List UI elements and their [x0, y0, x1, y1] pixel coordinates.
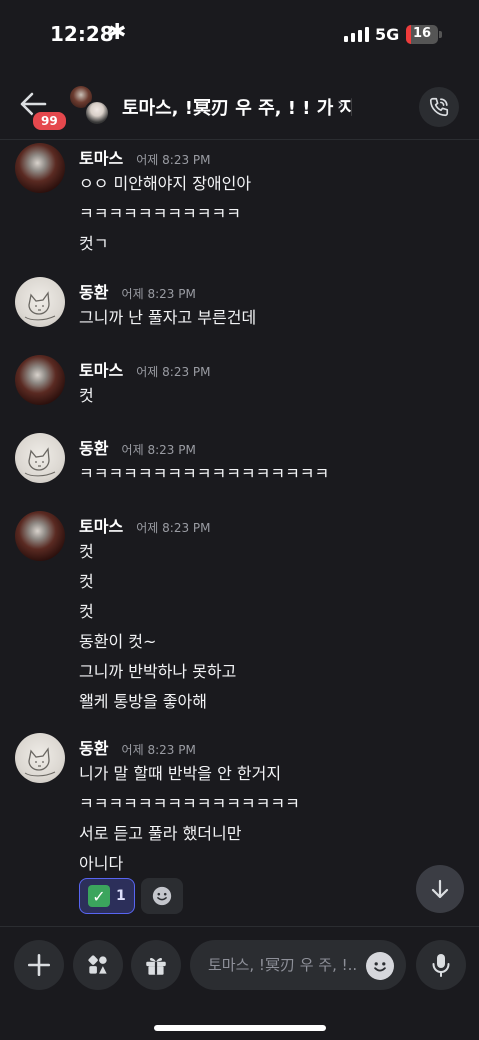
message-text[interactable]: 컷 — [79, 538, 94, 562]
reaction-bar: ✓ 1 — [79, 878, 183, 914]
timestamp: 어제 8:23 PM — [136, 365, 211, 379]
timestamp: 어제 8:23 PM — [136, 521, 211, 535]
message-list[interactable]: 토마스 어제 8:23 PM ㅇㅇ 미안해야지 장애인아 ㅋㅋㅋㅋㅋㅋㅋㅋㅋㅋㅋ… — [0, 141, 479, 926]
composer-bar — [0, 926, 479, 1040]
smiley-icon — [152, 886, 171, 906]
battery-level: 16 — [412, 26, 432, 41]
author-name[interactable]: 토마스 — [79, 361, 123, 380]
apps-icon — [88, 955, 107, 974]
message-text[interactable]: 컷 — [79, 382, 94, 406]
emoji-picker-button[interactable] — [366, 952, 394, 980]
message-text[interactable]: 그니까 반박하나 못하고 — [79, 658, 236, 682]
timestamp: 어제 8:23 PM — [121, 287, 196, 301]
status-time: 12:28 — [50, 22, 114, 46]
message-header: 토마스 어제 8:23 PM — [79, 145, 211, 169]
message-header: 동환 어제 8:23 PM — [79, 279, 196, 303]
message-text[interactable]: ㅋㅋㅋㅋㅋㅋㅋㅋㅋㅋㅋㅋㅋㅋㅋㅋㅋ — [79, 460, 329, 484]
message-header: 토마스 어제 8:23 PM — [79, 513, 211, 537]
attach-button[interactable] — [14, 940, 64, 990]
status-bar: 12:28 ✱ 5G 16 — [0, 0, 479, 70]
message-text[interactable]: 컷ㄱ — [79, 230, 108, 254]
chat-header: 99 토마스, !冥刃 우 주, ! ! 가 지 › — [0, 70, 479, 140]
message-text[interactable]: ㅇㅇ 미안해야지 장애인아 — [79, 170, 251, 194]
avatar[interactable] — [15, 355, 65, 405]
message-text[interactable]: 아니다 — [79, 850, 123, 874]
timestamp: 어제 8:23 PM — [136, 153, 211, 167]
reaction-checkmark[interactable]: ✓ 1 — [79, 878, 135, 914]
message-input-container[interactable] — [190, 940, 406, 990]
message-text[interactable]: 서로 듣고 풀라 했더니만 — [79, 820, 241, 844]
voice-message-button[interactable] — [416, 940, 466, 990]
microphone-icon — [432, 954, 450, 977]
reaction-count: 1 — [116, 888, 126, 904]
message-header: 동환 어제 8:23 PM — [79, 435, 196, 459]
avatar[interactable] — [15, 511, 65, 561]
gift-button[interactable] — [131, 940, 181, 990]
phone-call-icon — [429, 97, 449, 117]
checkmark-emoji-icon: ✓ — [88, 885, 110, 907]
message-text[interactable]: ㅋㅋㅋㅋㅋㅋㅋㅋㅋㅋㅋㅋㅋㅋㅋ — [79, 790, 300, 814]
jump-to-present-button[interactable] — [416, 865, 464, 913]
message-text[interactable]: 컷 — [79, 598, 94, 622]
smiley-icon — [368, 954, 392, 978]
network-type: 5G — [375, 25, 400, 44]
message-text[interactable]: 왤케 통방을 좋아해 — [79, 688, 207, 712]
author-name[interactable]: 동환 — [79, 283, 108, 302]
message-header: 토마스 어제 8:23 PM — [79, 357, 211, 381]
arrow-down-icon — [431, 879, 449, 899]
signal-icon — [344, 27, 369, 42]
message-header: 동환 어제 8:23 PM — [79, 735, 196, 759]
cat-sketch-icon — [24, 291, 56, 321]
home-indicator[interactable] — [154, 1025, 326, 1031]
avatar[interactable] — [15, 277, 65, 327]
timestamp: 어제 8:23 PM — [121, 443, 196, 457]
message-input[interactable] — [208, 940, 358, 990]
battery-tip — [439, 31, 442, 38]
message-text[interactable]: 컷 — [79, 568, 94, 592]
message-text[interactable]: ㅋㅋㅋㅋㅋㅋㅋㅋㅋㅋㅋ — [79, 200, 241, 224]
apps-button[interactable] — [73, 940, 123, 990]
cat-sketch-icon — [24, 447, 56, 477]
author-name[interactable]: 토마스 — [79, 517, 123, 536]
author-name[interactable]: 토마스 — [79, 149, 123, 168]
chevron-right-icon[interactable]: › — [337, 94, 344, 115]
snowflake-icon: ✱ — [108, 20, 127, 45]
battery-icon: 16 — [406, 25, 438, 44]
author-name[interactable]: 동환 — [79, 439, 108, 458]
author-name[interactable]: 동환 — [79, 739, 108, 758]
avatar[interactable] — [15, 733, 65, 783]
plus-icon — [27, 953, 51, 977]
group-avatar-secondary — [84, 100, 110, 126]
chat-title[interactable]: 토마스, !冥刃 우 주, ! ! 가 지 — [122, 94, 352, 120]
add-reaction-button[interactable] — [140, 878, 183, 914]
avatar[interactable] — [15, 433, 65, 483]
message-text[interactable]: 니가 말 할때 반박을 안 한거지 — [79, 760, 281, 784]
avatar[interactable] — [15, 143, 65, 193]
unread-badge: 99 — [31, 110, 68, 132]
cat-sketch-icon — [24, 747, 56, 777]
message-text[interactable]: 그니까 난 풀자고 부른건데 — [79, 304, 256, 328]
gift-icon — [146, 957, 166, 975]
message-text[interactable]: 동환이 컷~ — [79, 628, 156, 652]
timestamp: 어제 8:23 PM — [121, 743, 196, 757]
call-button[interactable] — [419, 87, 459, 127]
